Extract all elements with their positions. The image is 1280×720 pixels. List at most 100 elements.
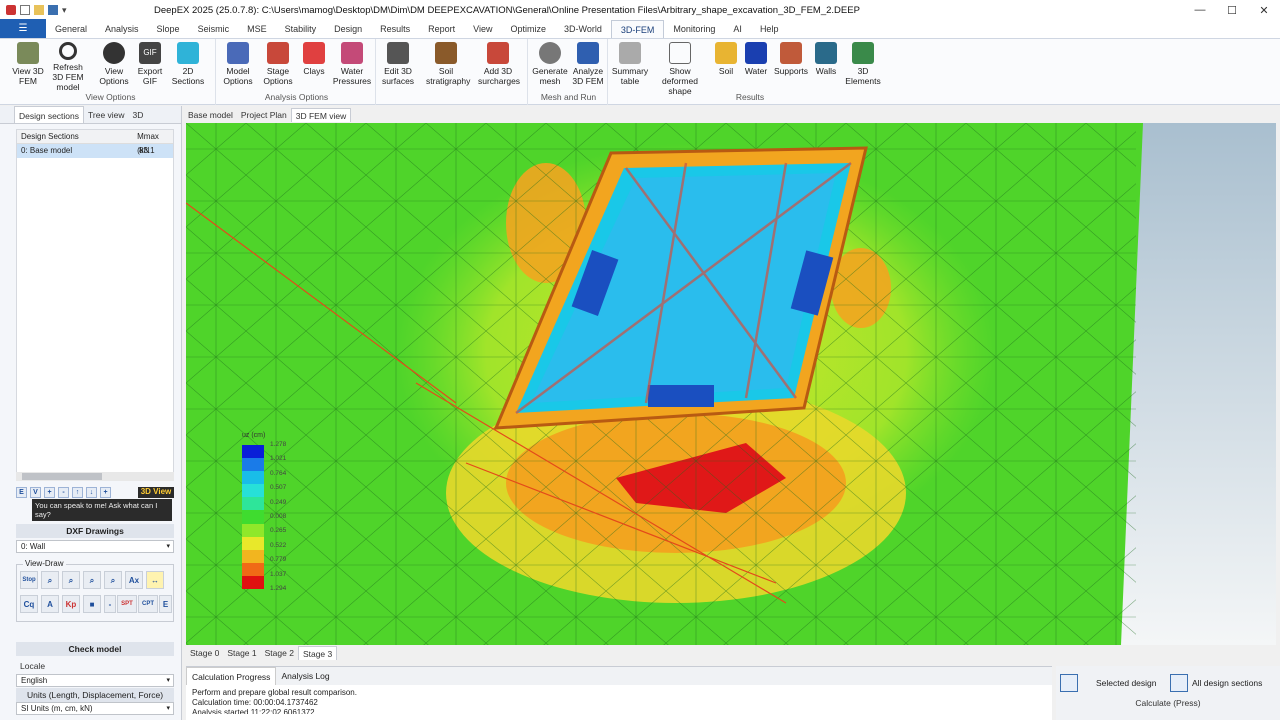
3d-fem-viewport[interactable] — [186, 123, 1276, 645]
dxf-layer-select[interactable]: 0: Wall ▾ — [16, 540, 174, 553]
axes-button[interactable]: Ax — [125, 571, 143, 589]
calculate-all-design-sections-button[interactable]: All design sections — [1170, 672, 1262, 694]
tab-results[interactable]: Results — [371, 20, 419, 38]
fem-contour-plot[interactable] — [186, 123, 1276, 645]
dxf-drawings-header[interactable]: DXF Drawings — [16, 524, 174, 538]
analyze-label: Analyze 3D FEM — [572, 66, 604, 86]
show-deformed-shape-button[interactable]: Show deformed shape — [652, 42, 708, 96]
save-icon[interactable] — [48, 5, 58, 15]
add-3d-surcharges-button[interactable]: Add 3D surcharges — [478, 42, 520, 86]
tab-stage-0[interactable]: Stage 0 — [186, 646, 223, 660]
tab-mse[interactable]: MSE — [238, 20, 276, 38]
tab-base-model[interactable]: Base model — [184, 108, 237, 122]
fill-button[interactable]: ■ — [83, 595, 101, 613]
horizontal-scrollbar[interactable] — [16, 472, 174, 481]
minimize-button[interactable]: — — [1184, 4, 1216, 16]
2d-sections-button[interactable]: 2D Sections — [168, 42, 208, 86]
cpt-button[interactable]: CPT — [138, 595, 158, 613]
surfaces-icon — [387, 42, 409, 64]
tab-tree-view[interactable]: Tree view — [84, 106, 129, 123]
export-gif-button[interactable]: GIF Export GIF — [130, 42, 170, 86]
sky-background — [1121, 123, 1276, 645]
tab-view[interactable]: View — [464, 20, 501, 38]
model-icon — [227, 42, 249, 64]
stage-tabs: Stage 0 Stage 1 Stage 2 Stage 3 — [186, 646, 338, 660]
calculate-selected-design-button[interactable]: Selected design — [1060, 672, 1157, 694]
clays-button[interactable]: Clays — [294, 42, 334, 76]
edit-section-button[interactable]: E — [16, 486, 27, 498]
model-options-button[interactable]: Model Options — [218, 42, 258, 86]
tab-3d[interactable]: 3D — [129, 106, 148, 123]
tab-3d-world[interactable]: 3D-World — [555, 20, 611, 38]
view-options-button[interactable]: View Options — [94, 42, 134, 86]
zoom-in-icon[interactable]: ⌕ — [41, 571, 59, 589]
stop-button[interactable]: Stop — [20, 571, 38, 589]
tab-design[interactable]: Design — [325, 20, 371, 38]
tab-design-sections[interactable]: Design sections — [14, 106, 85, 123]
wall-panel-bottom — [648, 385, 714, 407]
close-button[interactable]: ✕ — [1248, 4, 1280, 17]
cq-button[interactable]: Cq — [20, 595, 38, 613]
tab-ai[interactable]: AI — [724, 20, 751, 38]
new-file-icon[interactable] — [20, 5, 30, 15]
refresh-3d-fem-button[interactable]: Refresh 3D FEM model — [48, 42, 88, 92]
tab-stage-1[interactable]: Stage 1 — [223, 646, 260, 660]
table-row[interactable]: 0: Base model 83.1 — [17, 144, 173, 158]
text-button[interactable]: A — [41, 595, 59, 613]
tab-help[interactable]: Help — [751, 20, 788, 38]
zoom-window-icon[interactable]: ⌕ — [83, 571, 101, 589]
tab-3d-fem[interactable]: 3D-FEM — [610, 20, 665, 38]
units-select[interactable]: SI Units (m, cm, kN) ▾ — [16, 702, 174, 715]
tab-general[interactable]: General — [46, 20, 96, 38]
scrollbar-thumb[interactable] — [22, 473, 102, 480]
tab-stability[interactable]: Stability — [276, 20, 326, 38]
maximize-button[interactable]: ☐ — [1216, 4, 1248, 17]
extra-button[interactable]: E — [159, 595, 172, 613]
tab-3d-fem-view[interactable]: 3D FEM view — [290, 108, 352, 122]
3d-elements-button[interactable]: 3D Elements — [842, 42, 884, 86]
stage-options-button[interactable]: Stage Options — [258, 42, 298, 86]
file-menu-button[interactable]: ☰ — [0, 19, 46, 38]
zoom-out-icon[interactable]: ⌕ — [62, 571, 80, 589]
move-up-button[interactable]: ↑ — [72, 486, 83, 498]
dropdown-icon[interactable]: ▾ — [62, 5, 72, 15]
check-model-button[interactable]: Check model — [16, 642, 174, 656]
water-results-button[interactable]: Water — [738, 42, 774, 76]
remove-section-button[interactable]: - — [58, 486, 69, 498]
language-select[interactable]: English ▾ — [16, 674, 174, 687]
view-3d-fem-button[interactable]: View 3D FEM — [8, 42, 48, 86]
tab-calculation-progress[interactable]: Calculation Progress — [186, 667, 277, 685]
tab-optimize[interactable]: Optimize — [502, 20, 556, 38]
tab-analysis-log[interactable]: Analysis Log — [276, 667, 334, 685]
kp-button[interactable]: Kp — [62, 595, 80, 613]
generate-mesh-button[interactable]: Generate mesh — [530, 42, 570, 86]
tab-stage-2[interactable]: Stage 2 — [261, 646, 298, 660]
water-pressures-button[interactable]: Water Pressures — [332, 42, 372, 86]
view-section-button[interactable]: V — [30, 486, 41, 498]
analyze-3d-fem-button[interactable]: Analyze 3D FEM — [568, 42, 608, 86]
dimension-button[interactable]: ↔ — [146, 571, 164, 589]
view-draw-group: View-Draw Stop ⌕ ⌕ ⌕ ⌕ Ax ↔ Cq A Kp ■ - … — [16, 559, 174, 622]
tab-project-plan[interactable]: Project Plan — [237, 108, 291, 122]
tab-slope[interactable]: Slope — [148, 20, 189, 38]
separator-button[interactable]: - — [104, 595, 116, 613]
tab-stage-3[interactable]: Stage 3 — [297, 646, 338, 660]
move-down-button[interactable]: ↓ — [86, 486, 97, 498]
walls-results-button[interactable]: Walls — [808, 42, 844, 76]
3d-view-button[interactable]: 3D View — [138, 486, 174, 498]
edit-3d-surfaces-button[interactable]: Edit 3D surfaces — [378, 42, 418, 86]
tab-report[interactable]: Report — [419, 20, 464, 38]
spt-button[interactable]: SPT — [117, 595, 137, 613]
soil-stratigraphy-button[interactable]: Soil stratigraphy — [426, 42, 470, 86]
supports-results-button[interactable]: Supports — [772, 42, 810, 76]
add-section-button[interactable]: + — [44, 486, 55, 498]
tab-analysis[interactable]: Analysis — [96, 20, 148, 38]
legend-label: 1.278 — [270, 441, 287, 448]
add-button[interactable]: + — [100, 486, 111, 498]
zoom-extents-icon[interactable]: ⌕ — [104, 571, 122, 589]
tab-monitoring[interactable]: Monitoring — [664, 20, 724, 38]
open-folder-icon[interactable] — [34, 5, 44, 15]
tab-seismic[interactable]: Seismic — [189, 20, 239, 38]
summary-table-button[interactable]: Summary table — [610, 42, 650, 86]
column-header-mmax: Mmax (kN — [137, 132, 159, 155]
